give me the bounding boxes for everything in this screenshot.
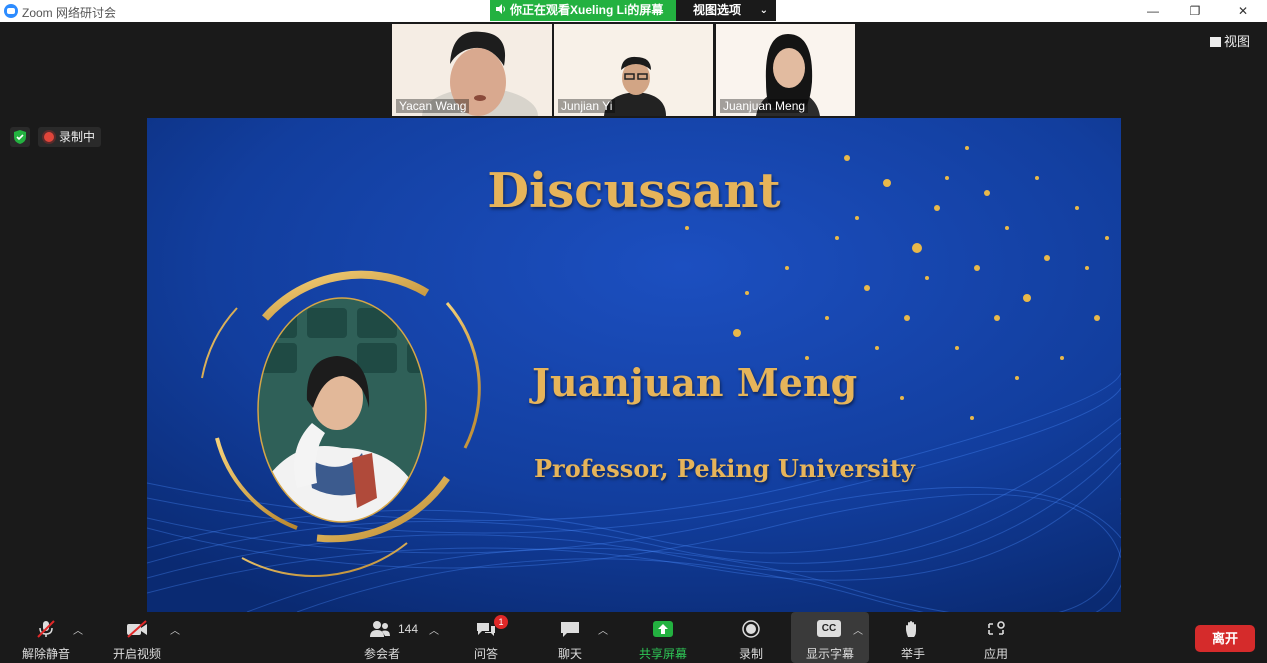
recording-indicator[interactable]: 录制中 [38,127,102,147]
security-shield-icon[interactable] [10,127,30,147]
share-screen-icon [653,621,673,637]
record-label: 录制 [738,647,763,661]
record-icon [742,620,760,638]
captions-caret-icon[interactable]: ︿ [853,622,863,637]
captions-button[interactable]: CC ︿ 显示字幕 [791,612,869,663]
chat-caret-icon[interactable]: ︿ [598,622,608,637]
slide-speaker-affiliation: Professor, Peking University [534,454,915,483]
participant-video-yacan-wang[interactable]: Yacan Wang [392,24,552,116]
participant-video-junjian-yi[interactable]: Junjian Yi [554,24,713,116]
share-banner: 你正在观看Xueling Li的屏幕 [490,0,676,21]
unmute-label: 解除静音 [21,647,70,661]
start-video-label: 开启视频 [112,647,161,661]
leave-button[interactable]: 离开 [1195,625,1255,652]
chevron-down-icon: ⌄ [759,5,768,16]
raise-hand-label: 举手 [900,647,925,661]
record-dot-icon [44,132,54,142]
video-off-icon [127,620,147,638]
slide-title: Discussant [487,163,781,219]
closed-captions-icon: CC [817,620,841,637]
participant-video-juanjuan-meng[interactable]: Juanjuan Meng [716,24,855,116]
qa-button[interactable]: 1 问答 [462,612,510,663]
chat-icon [561,622,579,637]
apps-icon [988,621,1005,635]
participants-caret-icon[interactable]: ︿ [429,622,439,637]
raise-hand-button[interactable]: 举手 [890,612,936,663]
participant-name: Juanjuan Meng [720,99,809,113]
chat-button[interactable]: 聊天 [546,612,594,663]
zoom-logo-icon [4,4,18,18]
qa-label: 问答 [473,647,498,661]
video-options-caret-icon[interactable]: ︿ [170,622,180,637]
audio-options-caret-icon[interactable]: ︿ [73,622,83,637]
recording-label: 录制中 [59,130,96,144]
view-label: 视图 [1224,34,1251,49]
grid-icon [1210,37,1221,47]
share-screen-button[interactable]: 共享屏幕 [632,612,694,663]
chat-label: 聊天 [557,647,582,661]
slide-speaker-name: Juanjuan Meng [532,360,858,405]
participant-count: 144 [398,622,419,636]
unmute-button[interactable]: 解除静音 [14,612,78,663]
microphone-muted-icon [37,620,55,638]
share-screen-label: 共享屏幕 [638,647,687,661]
apps-button[interactable]: 应用 [973,612,1019,663]
start-video-button[interactable]: 开启视频 [104,612,170,663]
view-options-label: 视图选项 [693,3,742,17]
participants-button[interactable]: 参会者 [352,612,412,663]
participant-name: Yacan Wang [396,99,470,113]
qa-notification-badge: 1 [494,615,508,629]
participant-name: Junjian Yi [558,99,616,113]
meeting-toolbar: 解除静音 ︿ 开启视频 ︿ 参会者 144 ︿ 1 问答 聊天 ︿ 共享屏幕 录… [0,612,1267,663]
shared-screen-slide: Discussant Juanjuan Meng Professor, Peki… [147,118,1121,612]
apps-label: 应用 [983,647,1008,661]
view-options-button[interactable]: 视图选项 ⌄ [676,0,776,21]
participants-label: 参会者 [363,647,400,661]
restore-button[interactable]: ❐ [1186,3,1204,19]
raise-hand-icon [906,621,916,637]
minimize-button[interactable]: — [1144,3,1162,19]
view-layout-button[interactable]: 视图 [1210,31,1250,50]
speaker-icon [496,4,505,14]
close-button[interactable]: ✕ [1234,3,1252,19]
record-button[interactable]: 录制 [728,612,774,663]
participants-icon [370,621,390,637]
captions-label: 显示字幕 [805,647,854,661]
window-title: Zoom 网络研讨会 [22,6,117,20]
share-banner-text: 你正在观看Xueling Li的屏幕 [510,3,664,17]
